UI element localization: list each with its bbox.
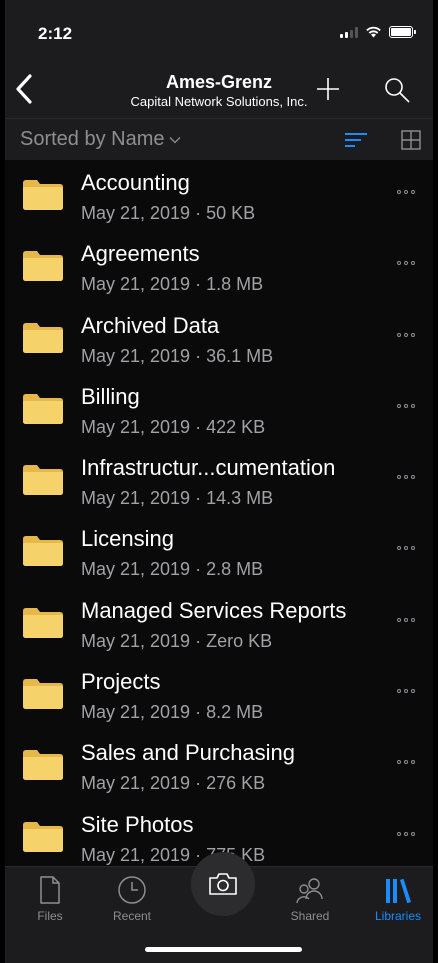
item-meta: May 21, 2019 · 36.1 MB bbox=[81, 345, 274, 366]
list-item[interactable]: Billing May 21, 2019 · 422 KB bbox=[5, 374, 433, 445]
more-options-button[interactable] bbox=[397, 617, 415, 622]
item-name: Licensing bbox=[81, 526, 174, 552]
folder-icon bbox=[23, 679, 63, 710]
folder-icon bbox=[23, 393, 63, 424]
file-list: Accounting May 21, 2019 · 50 KB Agreements… bbox=[5, 160, 433, 866]
cellular-signal-icon bbox=[340, 26, 358, 38]
more-options-button[interactable] bbox=[397, 760, 415, 765]
tab-label-shared: Shared bbox=[290, 909, 330, 923]
camera-button[interactable] bbox=[191, 852, 255, 916]
folder-icon bbox=[23, 750, 63, 781]
item-name: Archived Data bbox=[81, 312, 220, 338]
tab-label-files: Files bbox=[37, 909, 63, 923]
list-item[interactable]: Archived Data May 21, 2019 · 36.1 MB bbox=[5, 303, 433, 374]
status-bar: 2:12 bbox=[5, 0, 433, 62]
sort-dropdown[interactable]: Sorted by Name bbox=[20, 128, 181, 151]
item-name: Infrastructur...cumentation bbox=[81, 455, 336, 481]
more-options-button[interactable] bbox=[397, 190, 415, 194]
file-list-items: Accounting May 21, 2019 · 50 KB Agreements… bbox=[5, 160, 433, 866]
people-icon bbox=[296, 878, 323, 904]
sort-label: Sorted by Name bbox=[20, 128, 165, 150]
battery-icon bbox=[389, 26, 416, 38]
status-time: 2:12 bbox=[38, 24, 73, 43]
folder-icon bbox=[23, 607, 63, 638]
more-options-button[interactable] bbox=[397, 475, 415, 480]
tab-shared[interactable]: Shared bbox=[275, 875, 345, 923]
list-item[interactable]: Projects May 21, 2019 · 8.2 MB bbox=[5, 659, 433, 730]
folder-icon bbox=[23, 465, 63, 496]
folder-icon bbox=[23, 536, 63, 567]
item-meta: May 21, 2019 · 50 KB bbox=[81, 203, 256, 223]
more-options-button[interactable] bbox=[397, 403, 415, 408]
search-button[interactable] bbox=[383, 76, 411, 104]
item-name: Managed Services Reports bbox=[81, 597, 347, 623]
item-meta: May 21, 2019 · 276 KB bbox=[81, 773, 266, 794]
folder-icon bbox=[23, 821, 63, 852]
item-meta: May 21, 2019 · 1.8 MB bbox=[81, 274, 264, 295]
list-item[interactable]: Licensing May 21, 2019 · 2.8 MB bbox=[5, 516, 433, 587]
list-item[interactable]: Agreements May 21, 2019 · 1.8 MB bbox=[5, 231, 433, 302]
folder-icon bbox=[23, 251, 63, 282]
more-options-button[interactable] bbox=[397, 261, 415, 266]
item-meta: May 21, 2019 · Zero KB bbox=[81, 630, 273, 651]
camera-icon bbox=[209, 873, 237, 895]
more-options-button[interactable] bbox=[397, 332, 415, 337]
screen: 2:12 Ames-Grenz Capital Network Solution… bbox=[0, 0, 438, 963]
item-meta: May 21, 2019 · 2.8 MB bbox=[81, 559, 264, 580]
chevron-down-icon bbox=[169, 136, 180, 143]
item-meta: May 21, 2019 · 14.3 MB bbox=[81, 488, 274, 509]
tab-label-recent: Recent bbox=[112, 909, 152, 923]
item-name: Sales and Purchasing bbox=[81, 740, 296, 766]
item-meta: May 21, 2019 · 422 KB bbox=[81, 416, 266, 437]
list-view-icon[interactable] bbox=[345, 131, 367, 149]
folder-icon bbox=[23, 180, 63, 210]
page-title: Ames-Grenz bbox=[165, 72, 273, 92]
item-name: Site Photos bbox=[81, 811, 194, 837]
list-item[interactable]: Infrastructur...cumentation May 21, 2019 … bbox=[5, 445, 433, 516]
list-item[interactable]: Sales and Purchasing May 21, 2019 · 276 K… bbox=[5, 730, 433, 801]
status-icons bbox=[340, 26, 416, 38]
libraries-icon bbox=[386, 878, 411, 904]
sort-bar: Sorted by Name bbox=[5, 118, 433, 160]
app-window: 2:12 Ames-Grenz Capital Network Solution… bbox=[5, 0, 433, 963]
more-options-button[interactable] bbox=[397, 546, 415, 551]
home-indicator bbox=[145, 947, 302, 952]
more-options-button[interactable] bbox=[397, 831, 415, 836]
grid-view-icon[interactable] bbox=[401, 130, 421, 150]
item-meta: May 21, 2019 · 8.2 MB bbox=[81, 702, 264, 723]
page-subtitle: Capital Network Solutions, Inc. bbox=[130, 94, 308, 109]
tab-libraries[interactable]: Libraries bbox=[363, 875, 433, 923]
item-name: Accounting bbox=[81, 170, 190, 195]
item-name: Agreements bbox=[81, 241, 200, 267]
wifi-icon bbox=[366, 26, 381, 38]
file-icon bbox=[40, 876, 60, 904]
item-name: Billing bbox=[81, 383, 140, 409]
nav-header: Ames-Grenz Capital Network Solutions, In… bbox=[5, 62, 433, 118]
tab-files[interactable]: Files bbox=[15, 875, 85, 923]
list-item[interactable]: Managed Services Reports May 21, 2019 · Z… bbox=[5, 588, 433, 659]
add-button[interactable] bbox=[315, 76, 341, 102]
clock-icon bbox=[118, 876, 146, 904]
tab-recent[interactable]: Recent bbox=[97, 875, 167, 923]
list-item[interactable]: Accounting May 21, 2019 · 50 KB bbox=[5, 160, 433, 231]
folder-icon bbox=[23, 322, 63, 353]
more-options-button[interactable] bbox=[397, 689, 415, 694]
tab-label-libraries: Libraries bbox=[374, 909, 422, 923]
item-name: Projects bbox=[81, 669, 161, 695]
